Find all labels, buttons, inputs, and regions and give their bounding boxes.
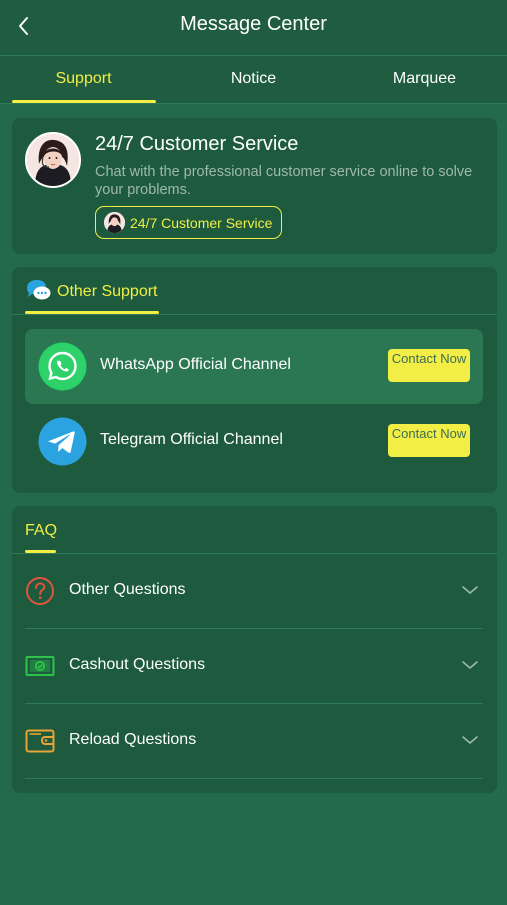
faq-heading: FAQ [25,522,58,539]
faq-header: FAQ [12,506,497,554]
channel-row-telegram[interactable]: Telegram Official Channel Contact Now [25,404,483,479]
cash-icon [25,656,55,676]
chevron-down-icon [462,586,478,594]
chevron-down-icon [462,661,478,669]
telegram-icon [38,417,87,466]
faq-item-cashout-questions[interactable]: Cashout Questions [25,628,483,704]
active-tab-indicator [12,100,156,103]
customer-service-button-label: 24/7 Customer Service [130,214,273,231]
support-agent-avatar [25,132,81,188]
telegram-contact-button[interactable]: Contact Now [388,424,470,457]
faq-card: FAQ Other Questions Cashout Questions Re… [12,506,497,793]
other-support-underline [25,311,159,314]
customer-service-button[interactable]: 24/7 Customer Service [95,206,283,239]
tab-support[interactable]: Support [12,56,155,104]
whatsapp-contact-button[interactable]: Contact Now [388,349,470,382]
faq-item-label: Cashout Questions [69,656,206,673]
question-circle-icon [26,577,54,605]
customer-service-description: Chat with the professional customer serv… [95,164,473,198]
tab-marquee[interactable]: Marquee [353,56,496,104]
wallet-icon [25,729,55,753]
page-title: Message Center [180,13,327,35]
whatsapp-channel-name: WhatsApp Official Channel [100,356,291,373]
other-support-header: Other Support [12,267,497,315]
tab-bar: Support Notice Marquee [0,56,507,104]
other-support-heading: Other Support [57,283,158,300]
faq-item-label: Reload Questions [69,731,197,748]
support-agent-avatar-small [104,212,125,233]
customer-service-card[interactable]: 24/7 Customer Service Chat with the prof… [12,118,497,254]
chevron-down-icon [462,736,478,744]
app-header: Message Center [0,0,507,56]
telegram-channel-name: Telegram Official Channel [100,431,283,448]
faq-item-other-questions[interactable]: Other Questions [25,553,483,629]
whatsapp-icon [38,342,87,391]
chat-bubble-icon [27,280,51,300]
customer-service-title: 24/7 Customer Service [95,133,299,155]
other-support-card: Other Support WhatsApp Official Channel … [12,267,497,493]
faq-item-reload-questions[interactable]: Reload Questions [25,703,483,779]
channel-row-whatsapp[interactable]: WhatsApp Official Channel Contact Now [25,329,483,404]
faq-item-label: Other Questions [69,581,186,598]
tab-notice[interactable]: Notice [182,56,325,104]
